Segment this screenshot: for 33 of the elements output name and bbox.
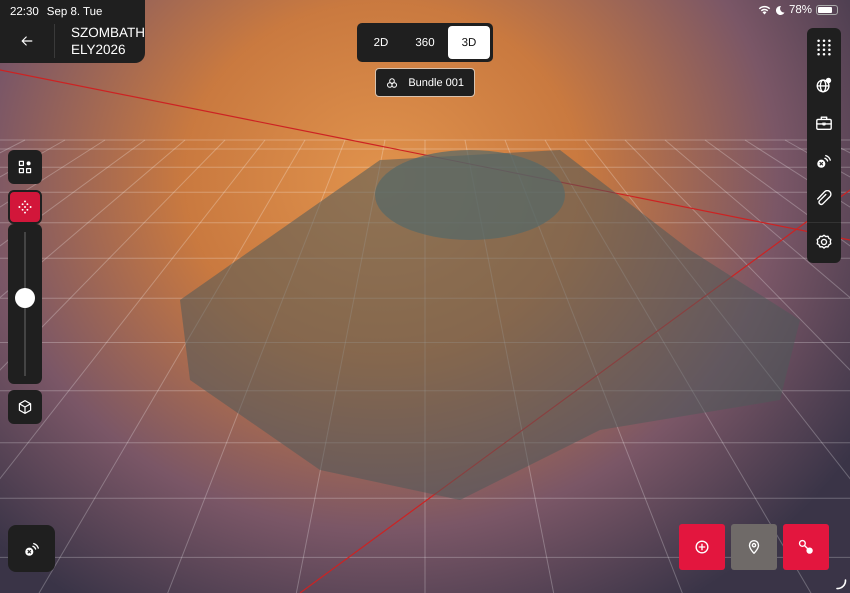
status-date: Sep 8. Tue: [46, 6, 102, 18]
view-mode-tab[interactable]: 2D: [360, 26, 402, 59]
measure-button[interactable]: [783, 524, 829, 570]
wifi-icon: [758, 5, 771, 15]
grid-icon: [815, 38, 833, 56]
loading-indicator-icon: [835, 578, 847, 590]
settings-icon: [815, 233, 833, 251]
layout-tool-button[interactable]: [8, 150, 42, 184]
pin-button[interactable]: [731, 524, 777, 570]
battery-percentage: 78%: [788, 4, 812, 16]
point-size-slider[interactable]: [8, 224, 42, 384]
points-icon: [17, 199, 33, 215]
measure-icon: [797, 538, 815, 556]
moon-icon: [774, 5, 785, 15]
toolbox-icon: [815, 114, 833, 132]
slider-thumb[interactable]: [15, 288, 35, 308]
cube-view-button[interactable]: [8, 390, 42, 424]
add-icon: [693, 538, 711, 556]
bundle-selector[interactable]: Bundle 001: [375, 68, 475, 97]
status-time: 22:30: [10, 6, 39, 18]
signal-icon: [815, 152, 833, 170]
signal-button[interactable]: [8, 525, 55, 572]
cube-icon: [17, 399, 33, 415]
layout-icon: [17, 159, 33, 175]
points-tool-button[interactable]: [8, 190, 42, 224]
bundle-icon: [386, 76, 398, 88]
view-mode-tab[interactable]: 3D: [448, 26, 490, 59]
view-mode-tab[interactable]: 360: [404, 26, 446, 59]
battery-icon: [816, 5, 838, 15]
globe-icon: [815, 76, 833, 94]
add-button[interactable]: [679, 524, 725, 570]
paperclip-icon: [815, 190, 833, 208]
project-title: SZOMBATH ELY2026: [54, 24, 145, 58]
